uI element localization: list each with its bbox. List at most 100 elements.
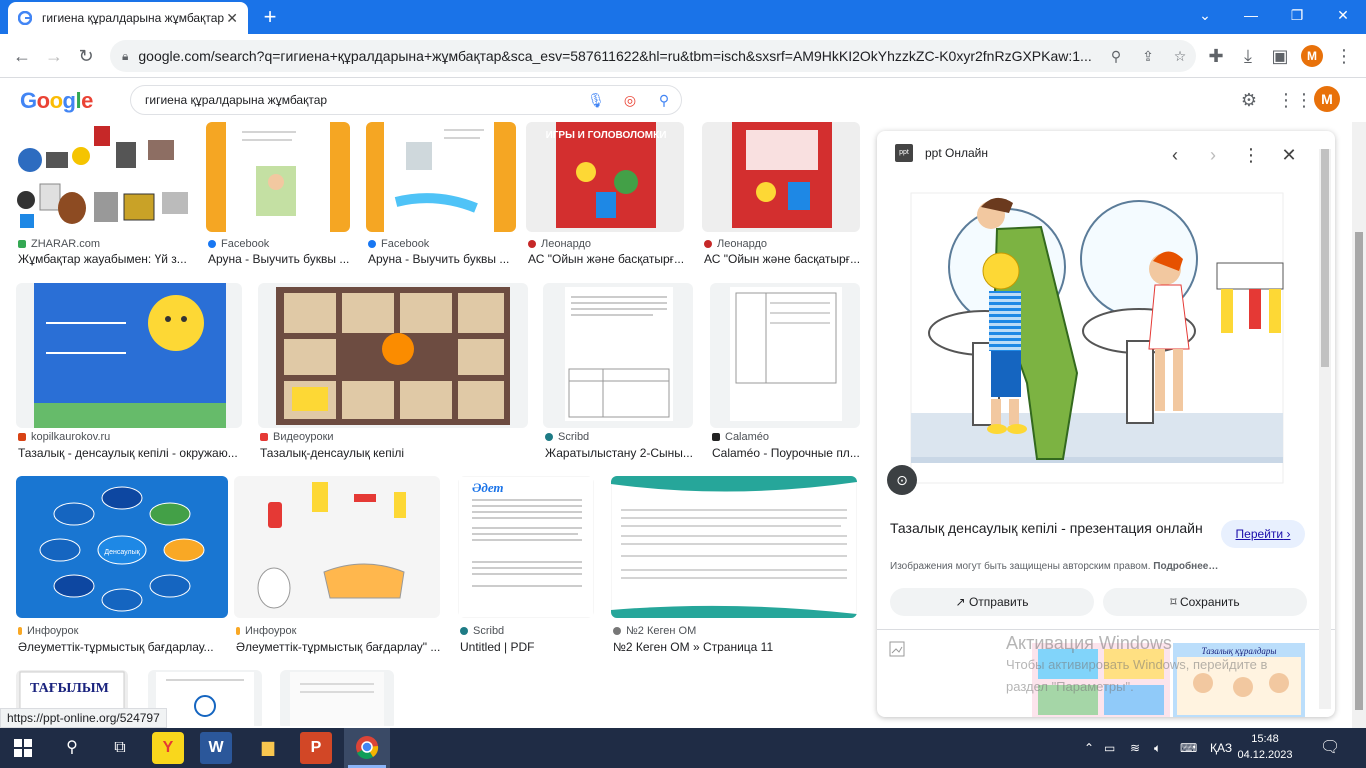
result-title[interactable]: Жұмбақтар жауабымен: Үй з... bbox=[18, 252, 196, 266]
yandex-browser-icon[interactable]: Y bbox=[152, 732, 184, 764]
volume-icon[interactable]: 🔈︎ bbox=[1154, 728, 1161, 768]
image-result[interactable]: Facebook Аруна - Выучить буквы ... bbox=[206, 122, 356, 272]
lock-icon[interactable]: 🔒︎ bbox=[122, 49, 128, 64]
save-button[interactable]: ⌑ Сохранить bbox=[1103, 588, 1307, 616]
result-title[interactable]: Тазалық - денсаулық кепілі - окружаю... bbox=[18, 446, 240, 460]
image-result[interactable]: Денсаулық Инфоурок Әлеуметтік-тұрмыстық … bbox=[16, 476, 230, 656]
voice-search-icon[interactable]: 🎙︎ bbox=[579, 92, 613, 109]
close-window-button[interactable]: ✕ bbox=[1320, 0, 1366, 32]
result-title[interactable]: Әлеуметтік-тұрмыстық бағдарлау... bbox=[18, 640, 230, 654]
minimize-button[interactable]: — bbox=[1228, 0, 1274, 32]
image-result[interactable]: Видеоуроки Тазалық-денсаулық кепілі bbox=[258, 283, 530, 463]
panel-site-name[interactable]: ppt Онлайн bbox=[925, 146, 988, 160]
tray-chevron-icon[interactable]: ⌃ bbox=[1084, 728, 1094, 768]
copyright-more-link[interactable]: Подробнее… bbox=[1153, 561, 1218, 572]
result-thumbnail[interactable]: Денсаулық bbox=[16, 476, 228, 618]
language-indicator[interactable]: ҚАЗ bbox=[1210, 728, 1232, 768]
wifi-icon[interactable]: ≋ bbox=[1130, 728, 1140, 768]
new-tab-button[interactable]: + bbox=[258, 4, 282, 30]
result-title[interactable]: АС "Ойын және басқатырғ... bbox=[704, 252, 860, 266]
task-view-icon[interactable]: ⧉ bbox=[104, 732, 136, 764]
image-result[interactable]: kopilkaurokov.ru Тазалық - денсаулық кеп… bbox=[16, 283, 242, 463]
result-title[interactable]: Calaméo - Поурочные пл... bbox=[712, 446, 860, 460]
apps-grid-icon[interactable]: ⋮⋮ bbox=[1277, 88, 1313, 112]
side-panel-icon[interactable]: ▣ bbox=[1268, 44, 1292, 68]
extensions-icon[interactable]: ✚ bbox=[1204, 44, 1228, 68]
result-title[interactable]: Untitled | PDF bbox=[460, 640, 594, 654]
visit-button[interactable]: Перейти › bbox=[1221, 520, 1305, 548]
image-result[interactable]: №2 Кеген ОМ №2 Кеген ОМ » Страница 11 bbox=[611, 476, 859, 656]
preview-title[interactable]: Тазалық денсаулық кепілі - презентация о… bbox=[890, 519, 1210, 538]
tab-search-icon[interactable]: ⌄ bbox=[1182, 0, 1228, 32]
close-panel-icon[interactable]: ✕ bbox=[1277, 143, 1301, 167]
file-explorer-icon[interactable]: ▆ bbox=[252, 732, 284, 764]
lens-search-icon[interactable]: ◎ bbox=[613, 92, 647, 109]
result-title[interactable]: Әлеуметтік-тұрмыстық бағдарлау" ... bbox=[236, 640, 440, 654]
zoom-icon[interactable]: ⚲ bbox=[1100, 48, 1132, 65]
back-icon[interactable]: ← bbox=[10, 44, 34, 68]
keyboard-icon[interactable]: ⌨ bbox=[1180, 728, 1197, 768]
image-result[interactable]: Леонардо АС "Ойын және басқатырғ... bbox=[702, 122, 862, 272]
result-thumbnail[interactable]: ИГРЫ И ГОЛОВОЛОМКИ bbox=[526, 122, 684, 232]
settings-gear-icon[interactable]: ⚙ bbox=[1237, 88, 1261, 112]
result-title[interactable]: Жаратылыстану 2-Сыны... bbox=[545, 446, 693, 460]
panel-scrollbar[interactable] bbox=[1319, 149, 1331, 709]
previous-result-icon[interactable]: ‹ bbox=[1163, 143, 1187, 167]
result-thumbnail[interactable] bbox=[16, 283, 242, 428]
result-thumbnail[interactable] bbox=[611, 476, 857, 618]
google-profile-avatar[interactable]: M bbox=[1314, 86, 1340, 112]
result-thumbnail[interactable] bbox=[702, 122, 860, 232]
search-input[interactable]: гигиена құралдарына жұмбақтар bbox=[145, 93, 579, 107]
chrome-menu-icon[interactable]: ⋮ bbox=[1332, 44, 1356, 68]
more-options-icon[interactable]: ⋮ bbox=[1239, 143, 1263, 167]
image-result[interactable]: ZHARAR.com Жұмбақтар жауабымен: Үй з... bbox=[16, 122, 196, 272]
result-title[interactable]: Аруна - Выучить буквы ... bbox=[208, 252, 354, 266]
image-result[interactable]: Әдет Scribd Untitled | PDF bbox=[458, 476, 596, 656]
chrome-taskbar-icon[interactable] bbox=[344, 728, 390, 768]
next-result-icon[interactable]: › bbox=[1201, 143, 1225, 167]
result-thumbnail[interactable] bbox=[366, 122, 516, 232]
result-thumbnail[interactable] bbox=[258, 283, 528, 428]
word-icon[interactable]: W bbox=[200, 732, 232, 764]
address-bar[interactable]: 🔒︎ google.com/search?q=гигиена+құралдары… bbox=[110, 40, 1196, 72]
restore-button[interactable]: ❐ bbox=[1274, 0, 1320, 32]
result-thumbnail[interactable] bbox=[234, 476, 440, 618]
result-thumbnail[interactable] bbox=[206, 122, 350, 232]
image-result[interactable]: Инфоурок Әлеуметтік-тұрмыстық бағдарлау"… bbox=[234, 476, 442, 656]
forward-icon[interactable]: → bbox=[42, 44, 66, 68]
profile-avatar[interactable]: M bbox=[1301, 45, 1323, 67]
address-url[interactable]: google.com/search?q=гигиена+құралдарына+… bbox=[138, 48, 1100, 64]
google-logo[interactable]: Google bbox=[20, 88, 93, 114]
notifications-icon[interactable]: 🗨︎ bbox=[1320, 728, 1340, 768]
reload-icon[interactable]: ↻ bbox=[74, 44, 98, 68]
result-title[interactable]: №2 Кеген ОМ » Страница 11 bbox=[613, 640, 857, 654]
visual-search-lens-icon[interactable]: ⊙ bbox=[887, 465, 917, 495]
result-title[interactable]: Тазалық-денсаулық кепілі bbox=[260, 446, 528, 460]
share-button[interactable]: ↗ Отправить bbox=[890, 588, 1094, 616]
image-result[interactable]: Calaméo Calaméo - Поурочные пл... bbox=[710, 283, 862, 463]
search-icon[interactable]: ⚲ bbox=[56, 732, 88, 764]
taskbar-clock[interactable]: 15:48 04.12.2023 bbox=[1236, 731, 1294, 763]
bookmark-star-icon[interactable]: ☆ bbox=[1164, 48, 1196, 65]
search-box[interactable]: гигиена құралдарына жұмбақтар 🎙︎ ◎ ⚲ bbox=[130, 85, 682, 115]
preview-image[interactable] bbox=[877, 173, 1319, 503]
image-result[interactable] bbox=[280, 670, 396, 726]
page-scrollbar[interactable] bbox=[1352, 122, 1366, 728]
downloads-icon[interactable]: ⤓ bbox=[1236, 44, 1260, 68]
search-icon[interactable]: ⚲ bbox=[647, 92, 681, 109]
result-thumbnail[interactable] bbox=[16, 122, 196, 232]
result-thumbnail[interactable] bbox=[710, 283, 860, 428]
result-title[interactable]: Аруна - Выучить буквы ... bbox=[368, 252, 514, 266]
battery-icon[interactable]: ▭ bbox=[1104, 728, 1115, 768]
result-title[interactable]: АС "Ойын және басқатырғ... bbox=[528, 252, 694, 266]
share-page-icon[interactable]: ⇪ bbox=[1132, 48, 1164, 65]
result-thumbnail[interactable]: Әдет bbox=[458, 476, 594, 618]
result-thumbnail[interactable] bbox=[543, 283, 693, 428]
image-result[interactable]: Scribd Жаратылыстану 2-Сыны... bbox=[543, 283, 695, 463]
windows-start-icon[interactable] bbox=[14, 739, 32, 757]
image-result[interactable]: Facebook Аруна - Выучить буквы ... bbox=[366, 122, 516, 272]
image-result[interactable]: ИГРЫ И ГОЛОВОЛОМКИ Леонардо АС "Ойын жән… bbox=[526, 122, 696, 272]
browser-tab[interactable]: гигиена құралдарына жұмбақтар ✕ bbox=[8, 2, 248, 34]
result-thumbnail[interactable] bbox=[280, 670, 394, 726]
tab-close-icon[interactable]: ✕ bbox=[226, 10, 238, 27]
